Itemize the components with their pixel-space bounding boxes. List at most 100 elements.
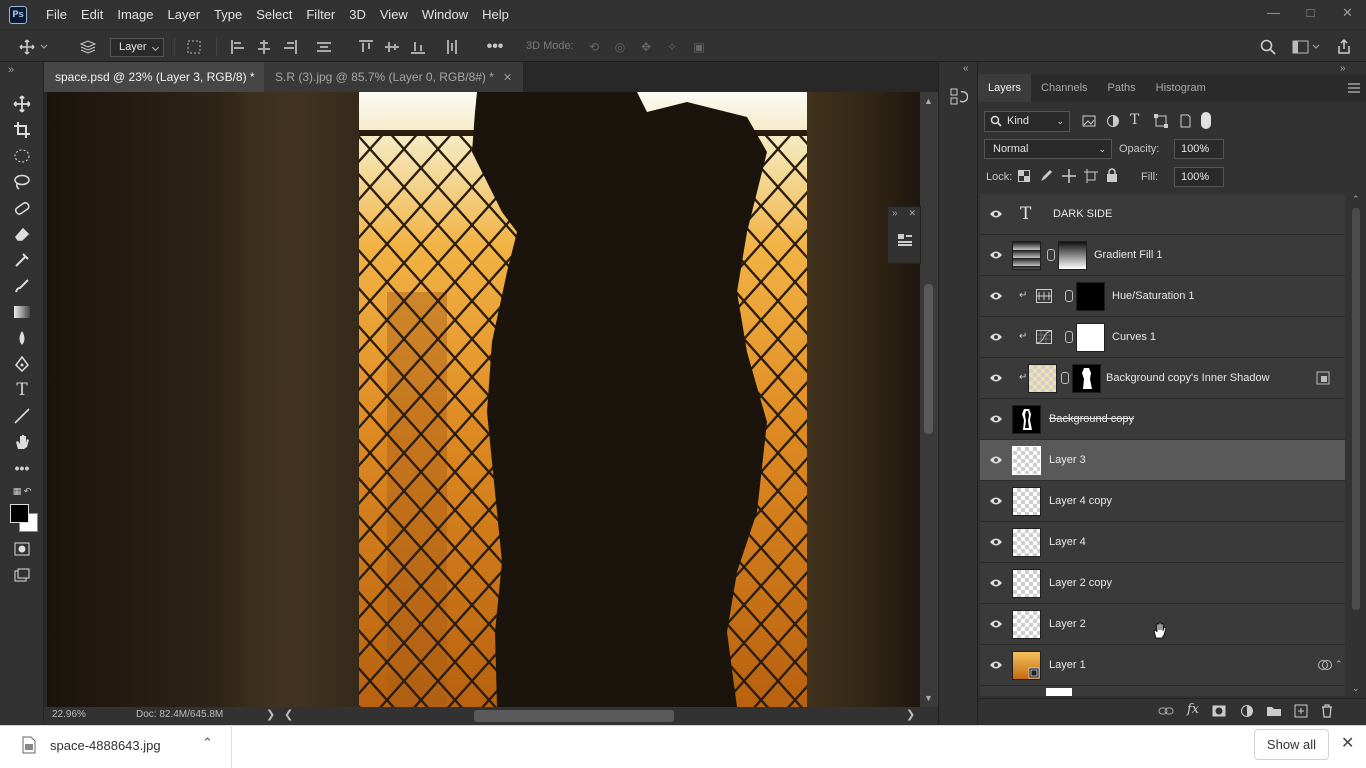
align-vertical-center-icon[interactable]: [382, 30, 402, 63]
layer-name[interactable]: Background copy's Inner Shadow: [1106, 358, 1270, 399]
add-mask-icon[interactable]: [1212, 705, 1226, 720]
close-icon[interactable]: ✕: [1341, 733, 1354, 753]
mask-thumbnail[interactable]: [1058, 241, 1087, 270]
document-size-info[interactable]: Doc: 82.4M/645.8M: [136, 709, 223, 720]
layer-style-fx-icon[interactable]: fx: [1187, 702, 1199, 717]
align-bottom-icon[interactable]: [408, 30, 428, 63]
move-tool-preset-icon[interactable]: [14, 30, 54, 63]
layer-row[interactable]: ↵ Hue/Saturation 1: [980, 276, 1345, 317]
layer-name[interactable]: DARK SIDE: [1053, 194, 1112, 235]
visibility-eye-icon[interactable]: [989, 618, 1003, 630]
scroll-up-icon[interactable]: ⌃: [1352, 194, 1360, 205]
visibility-eye-icon[interactable]: [989, 249, 1003, 261]
mask-thumbnail[interactable]: [1076, 323, 1105, 352]
mask-thumbnail[interactable]: [1072, 364, 1101, 393]
fill-chevron-icon[interactable]: ⌄: [1199, 168, 1213, 186]
filter-type-icon[interactable]: T: [1130, 112, 1139, 128]
tab-histogram[interactable]: Histogram: [1146, 74, 1216, 102]
layer-name[interactable]: Curves 1: [1112, 317, 1156, 358]
swap-colors-icon[interactable]: ▦ ↶: [8, 480, 36, 502]
visibility-eye-icon[interactable]: [989, 413, 1003, 425]
workspace-switcher-icon[interactable]: [1288, 30, 1324, 63]
layer-name[interactable]: Background copy: [1049, 399, 1134, 440]
type-tool-icon[interactable]: T: [11, 379, 33, 401]
brush-tool-icon[interactable]: [11, 275, 33, 297]
menu-help[interactable]: Help: [475, 0, 516, 29]
menu-image[interactable]: Image: [110, 0, 160, 29]
scroll-right-icon[interactable]: ❯: [906, 708, 915, 721]
show-all-button[interactable]: Show all: [1254, 729, 1329, 760]
align-left-icon[interactable]: [228, 30, 248, 63]
3d-slide-icon[interactable]: ✧: [662, 30, 682, 63]
collapse-panels-icon[interactable]: »: [1340, 63, 1346, 74]
new-adjustment-layer-icon[interactable]: [1240, 704, 1254, 721]
close-tab-icon[interactable]: ✕: [503, 72, 512, 84]
move-tool-icon[interactable]: [11, 93, 33, 115]
visibility-eye-icon[interactable]: [989, 577, 1003, 589]
3d-pan-icon[interactable]: ✥: [636, 30, 656, 63]
link-icon[interactable]: [1065, 331, 1073, 343]
visibility-eye-icon[interactable]: [989, 454, 1003, 466]
document-canvas[interactable]: [44, 92, 920, 707]
lock-transparent-icon[interactable]: [1018, 170, 1030, 185]
opacity-chevron-icon[interactable]: ⌄: [1199, 140, 1213, 158]
gradient-tool-icon[interactable]: [11, 301, 33, 323]
menu-3d[interactable]: 3D: [342, 0, 373, 29]
tab-layers[interactable]: Layers: [978, 74, 1032, 102]
menu-window[interactable]: Window: [415, 0, 475, 29]
visibility-eye-icon[interactable]: [989, 290, 1003, 302]
layer-name[interactable]: Layer 3: [1049, 440, 1086, 481]
hand-tool-icon[interactable]: [11, 431, 33, 453]
auto-select-icon[interactable]: [78, 30, 98, 63]
horizontal-scroll-thumb[interactable]: [474, 710, 674, 722]
auto-select-target-dropdown[interactable]: Layer: [110, 38, 164, 57]
chevron-up-icon[interactable]: ⌃: [202, 735, 213, 751]
menu-edit[interactable]: Edit: [74, 0, 110, 29]
filter-adjustment-icon[interactable]: [1106, 114, 1120, 131]
blend-mode-dropdown[interactable]: Normal ⌄: [984, 139, 1112, 159]
line-tool-icon[interactable]: [11, 405, 33, 427]
link-icon[interactable]: [1047, 249, 1055, 261]
properties-icon[interactable]: [897, 233, 913, 250]
distribute-vertical-icon[interactable]: [314, 30, 334, 63]
delete-layer-trash-icon[interactable]: [1321, 704, 1333, 721]
layer-row[interactable]: Layer 3: [980, 440, 1345, 481]
layer-filter-dropdown[interactable]: Kind ⌄: [984, 111, 1070, 132]
pen-tool-icon[interactable]: [11, 353, 33, 375]
tab-sr-jpg[interactable]: S.R (3).jpg @ 85.7% (Layer 0, RGB/8#) * ✕: [264, 62, 525, 92]
blur-tool-icon[interactable]: [11, 327, 33, 349]
collapse-dock-icon[interactable]: «: [963, 63, 969, 74]
layer-row[interactable]: Background copy: [980, 399, 1345, 440]
zoom-level[interactable]: 22.96%: [52, 709, 86, 720]
layer-row[interactable]: Layer 2: [980, 604, 1345, 645]
visibility-eye-icon[interactable]: [989, 659, 1003, 671]
layer-name[interactable]: Layer 2 copy: [1049, 563, 1112, 604]
vertical-scrollbar[interactable]: ▲ ▼: [920, 92, 938, 707]
scroll-thumb[interactable]: [924, 284, 933, 434]
distribute-horizontal-icon[interactable]: [442, 30, 462, 63]
3d-orbit-icon[interactable]: ⟲: [584, 30, 604, 63]
align-top-icon[interactable]: [356, 30, 376, 63]
align-right-icon[interactable]: [280, 30, 300, 63]
layer-row[interactable]: Layer 2 copy: [980, 563, 1345, 604]
filter-shape-icon[interactable]: [1154, 114, 1168, 131]
expand-effects-icon[interactable]: ⌃: [1335, 659, 1343, 670]
visibility-eye-icon[interactable]: [989, 208, 1003, 220]
visibility-eye-icon[interactable]: [989, 536, 1003, 548]
collapse-toolbar-icon[interactable]: »: [8, 64, 14, 76]
tab-channels[interactable]: Channels: [1031, 74, 1097, 102]
expand-panel-icon[interactable]: »: [892, 208, 898, 219]
scroll-up-icon[interactable]: ▲: [924, 96, 933, 106]
new-layer-icon[interactable]: [1294, 704, 1308, 721]
lock-artboard-icon[interactable]: [1084, 169, 1098, 186]
lasso-tool-icon[interactable]: [11, 171, 33, 193]
link-icon[interactable]: [1061, 372, 1069, 384]
layer-row[interactable]: Layer 1 ⌃: [980, 645, 1345, 686]
menu-view[interactable]: View: [373, 0, 415, 29]
status-menu-arrow-icon[interactable]: ❯: [266, 708, 275, 721]
new-group-folder-icon[interactable]: [1266, 705, 1282, 720]
visibility-eye-icon[interactable]: [989, 372, 1003, 384]
layer-row[interactable]: ↵ Background copy's Inner Shadow: [980, 358, 1345, 399]
scroll-left-icon[interactable]: ❮: [284, 708, 293, 721]
screen-mode-icon[interactable]: [11, 564, 33, 586]
